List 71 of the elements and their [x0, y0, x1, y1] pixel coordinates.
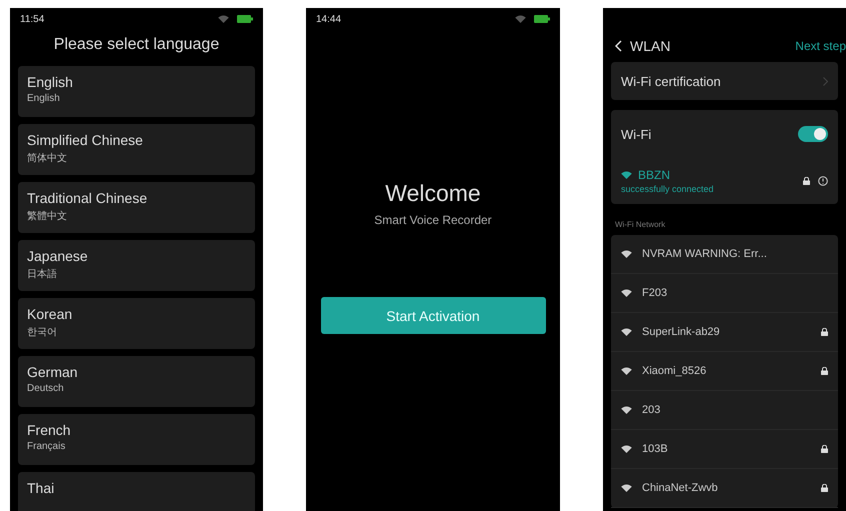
wifi-icon [218, 15, 229, 23]
network-name: ChinaNet-Zwvb [642, 482, 718, 494]
wifi-icon [621, 406, 632, 414]
welcome-title: Welcome [385, 180, 481, 207]
wifi-icon [621, 328, 632, 336]
wifi-icon [621, 171, 632, 179]
language-native-name: Français [27, 441, 66, 452]
language-name: Simplified Chinese [27, 132, 144, 148]
wifi-icon [515, 15, 526, 23]
network-item[interactable]: NVRAM WARNING: Err... [611, 235, 838, 274]
lock-icon [821, 484, 828, 492]
back-icon[interactable] [615, 40, 622, 52]
language-option[interactable]: English English [18, 66, 255, 117]
lock-icon [821, 367, 828, 375]
network-name: 203 [642, 404, 660, 416]
language-name: Thai [27, 480, 56, 496]
wifi-icon [621, 367, 632, 375]
chevron-icon [823, 76, 828, 86]
language-native-name: Deutsch [27, 383, 65, 394]
network-name: NVRAM WARNING: Err... [642, 248, 767, 260]
status-time: 11:54 [20, 14, 44, 24]
language-name: English [27, 74, 74, 90]
wifi-icon [621, 250, 632, 258]
language-name: German [27, 364, 79, 380]
language-option[interactable]: Japanese 日本語 [18, 240, 255, 291]
battery-icon [534, 15, 550, 23]
row-label: Wi-Fi [621, 126, 652, 142]
network-item[interactable]: ChinaNet-Zwvb [611, 469, 838, 508]
certification-row[interactable]: Wi-Fi certification [611, 62, 838, 100]
network-item[interactable]: F203 [611, 274, 838, 313]
language-native-name: 日本語 [27, 268, 58, 281]
lock-icon [821, 328, 828, 336]
network-name: SuperLink-ab29 [642, 326, 720, 338]
network-name: F203 [642, 287, 668, 299]
language-name: Korean [27, 306, 74, 322]
language-option[interactable]: Traditional Chinese 繁體中文 [18, 182, 255, 233]
wifi-icon [621, 289, 632, 297]
lock-icon [803, 177, 810, 185]
screen-title: WLAN [630, 38, 670, 54]
row-label: Wi-Fi certification [621, 74, 721, 88]
language-native-name: English [27, 93, 61, 104]
welcome-subtitle: Smart Voice Recorder [374, 213, 492, 227]
language-name: Traditional Chinese [27, 190, 148, 206]
status-time: 14:44 [316, 14, 342, 24]
language-option[interactable]: German Deutsch [18, 356, 255, 407]
network-name: Xiaomi_8526 [642, 365, 706, 377]
language-native-name: 简体中文 [27, 152, 68, 165]
network-item[interactable]: 103B [611, 430, 838, 469]
battery-icon [237, 15, 253, 23]
next-step-link[interactable]: Next step [795, 39, 846, 53]
language-name: Japanese [27, 248, 89, 264]
network-item[interactable]: Xiaomi_8526 [611, 352, 838, 391]
connected-network-name[interactable]: BBZN [621, 168, 714, 182]
wifi-icon [621, 445, 632, 453]
language-native-name: 한국어 [27, 326, 58, 339]
wifi-toggle[interactable] [798, 126, 828, 142]
language-option[interactable]: Simplified Chinese 简体中文 [18, 124, 255, 175]
network-item[interactable]: SuperLink-ab29 [611, 313, 838, 352]
language-native-name: 繁體中文 [27, 210, 68, 223]
screen-title: Please select language [52, 35, 220, 55]
language-option[interactable]: Korean 한국어 [18, 298, 255, 349]
info-icon[interactable] [818, 176, 828, 186]
language-option[interactable]: Thai [18, 472, 255, 511]
network-item[interactable]: 203 [611, 391, 838, 430]
connection-status: successfully connected [621, 184, 714, 194]
language-option[interactable]: French Français [18, 414, 255, 465]
network-name: 103B [642, 443, 668, 455]
section-label: Wi-Fi Network [614, 219, 666, 231]
language-name: French [27, 422, 72, 438]
lock-icon [821, 445, 828, 453]
wifi-icon [621, 484, 632, 492]
